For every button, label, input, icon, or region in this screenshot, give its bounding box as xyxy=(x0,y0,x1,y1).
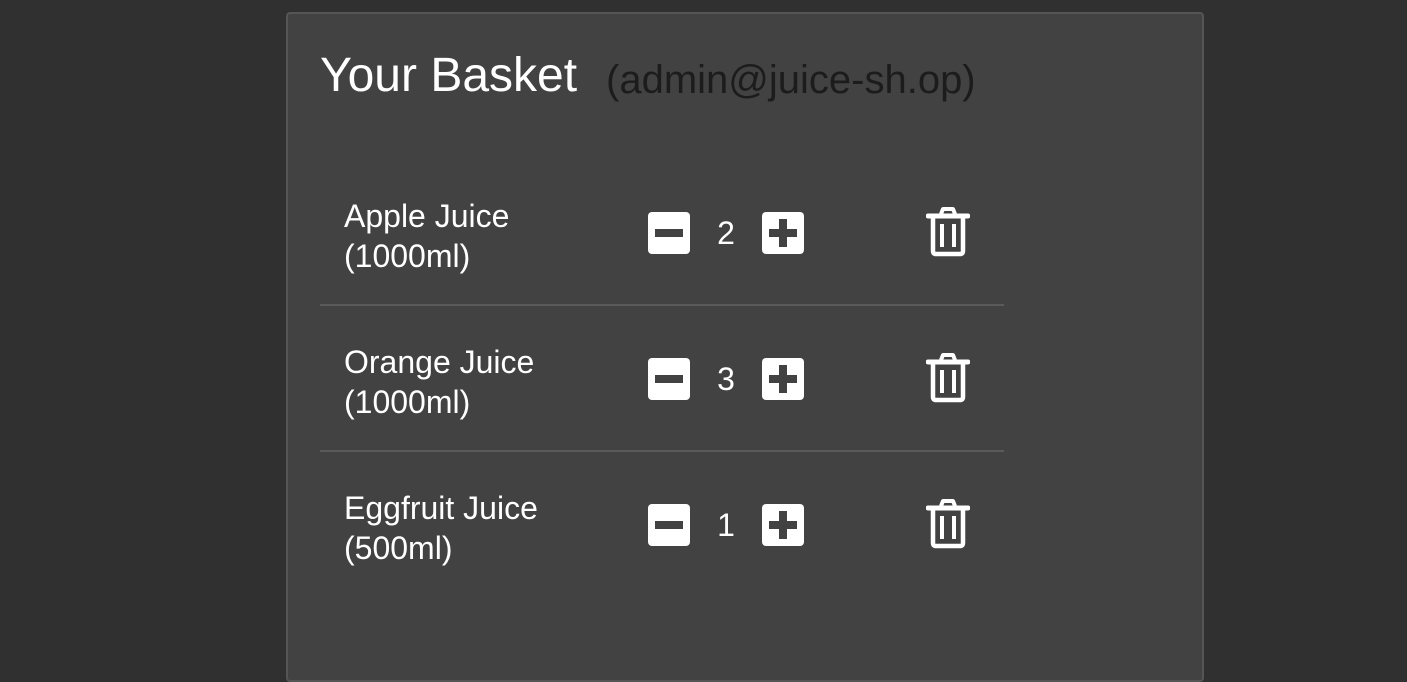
basket-item-row: Apple Juice (1000ml) 2 xyxy=(320,160,1004,306)
increase-quantity-button[interactable] xyxy=(762,504,804,546)
trash-icon xyxy=(926,207,970,257)
page-title: Your Basket xyxy=(320,49,578,102)
product-name: Apple Juice (1000ml) xyxy=(344,198,510,274)
increase-quantity-button[interactable] xyxy=(762,212,804,254)
basket-card: Your Basket (admin@juice-sh.op) Apple Ju… xyxy=(286,12,1204,682)
quantity-value: 2 xyxy=(717,215,735,251)
user-email: (admin@juice-sh.op) xyxy=(606,58,976,102)
basket-item-row: Orange Juice (1000ml) 3 xyxy=(320,306,1004,452)
decrease-quantity-button[interactable] xyxy=(648,504,690,546)
minus-square-icon xyxy=(655,521,683,529)
product-name: Orange Juice (1000ml) xyxy=(344,344,535,420)
decrease-quantity-button[interactable] xyxy=(648,358,690,400)
quantity-value: 3 xyxy=(717,361,735,397)
quantity-value: 1 xyxy=(717,507,735,543)
plus-square-icon xyxy=(769,365,797,393)
remove-item-button[interactable] xyxy=(920,204,976,260)
basket-items-list: Apple Juice (1000ml) 2 Orange Juice (100… xyxy=(320,160,1004,596)
remove-item-button[interactable] xyxy=(920,496,976,552)
decrease-quantity-button[interactable] xyxy=(648,212,690,254)
increase-quantity-button[interactable] xyxy=(762,358,804,400)
trash-icon xyxy=(926,353,970,403)
basket-item-row: Eggfruit Juice (500ml) 1 xyxy=(320,452,1004,596)
minus-square-icon xyxy=(655,229,683,237)
minus-square-icon xyxy=(655,375,683,383)
product-name: Eggfruit Juice (500ml) xyxy=(344,490,538,566)
plus-square-icon xyxy=(769,511,797,539)
plus-square-icon xyxy=(769,219,797,247)
trash-icon xyxy=(926,499,970,549)
remove-item-button[interactable] xyxy=(920,350,976,406)
